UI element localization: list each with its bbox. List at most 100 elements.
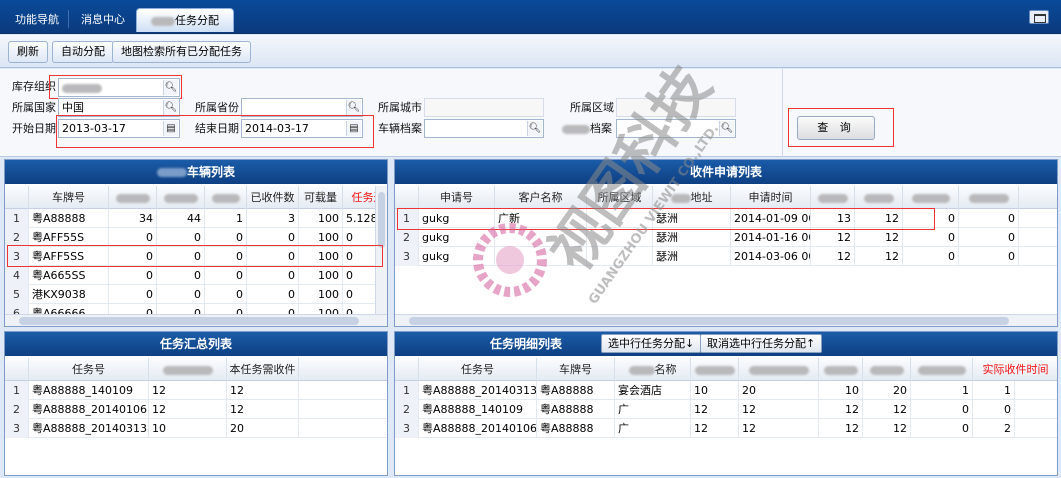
- city-input[interactable]: [424, 98, 544, 117]
- row-number: 2: [395, 228, 419, 247]
- row-number-header: [395, 358, 419, 381]
- application-list-panel: 收件申请列表 申请号 客户名称 所属区域 地址 申请时间 1 gukg 广新 瑟洲 20…: [394, 159, 1058, 327]
- table-cell: 100: [299, 209, 343, 228]
- table-row[interactable]: 1粤A888883444131005.12820: [5, 209, 375, 228]
- col-header[interactable]: 地址: [653, 186, 731, 209]
- col-header[interactable]: [863, 358, 911, 381]
- row-number: 2: [5, 400, 29, 419]
- col-header[interactable]: 任务号: [29, 358, 149, 381]
- row-number: 1: [5, 381, 29, 400]
- refresh-button[interactable]: 刷新: [8, 41, 48, 63]
- table-cell: 宴会酒店: [615, 381, 691, 400]
- col-header[interactable]: 车牌号: [537, 358, 615, 381]
- table-row[interactable]: 5 港KX9038 0 0 0 0 100 0: [5, 285, 375, 304]
- plate-cell: 粤A66666: [29, 304, 109, 314]
- col-header[interactable]: [819, 358, 863, 381]
- table-cell: 粤A88888: [537, 400, 615, 419]
- table-row[interactable]: 2 粤A88888_20140106 12 12: [5, 400, 387, 419]
- row-number: 3: [395, 247, 419, 266]
- col-header[interactable]: 任务号: [419, 358, 537, 381]
- table-cell: 100: [299, 304, 343, 314]
- table-cell: 0: [959, 228, 1019, 247]
- table-row[interactable]: 6 粤A66666 0 0 0 0 100 0: [5, 304, 375, 314]
- col-header[interactable]: [109, 186, 157, 209]
- table-cell: 0: [343, 304, 375, 314]
- country-value: 中国: [62, 101, 84, 114]
- table-cell: 粤A88888: [537, 381, 615, 400]
- task-id-cell: 粤A88888_20140106: [29, 400, 149, 419]
- col-header[interactable]: 可载量: [299, 186, 343, 209]
- table-cell: 12: [227, 400, 299, 419]
- blurred-text: [670, 193, 691, 203]
- col-header[interactable]: [811, 186, 855, 209]
- blurred-text: [917, 365, 966, 375]
- query-button[interactable]: 查 询: [797, 116, 875, 140]
- table-cell: 12: [691, 400, 739, 419]
- auto-assign-button[interactable]: 自动分配: [52, 41, 114, 63]
- map-search-button[interactable]: 地图检索所有已分配任务: [112, 41, 251, 63]
- col-header[interactable]: [911, 358, 973, 381]
- col-header[interactable]: [205, 186, 247, 209]
- table-row[interactable]: 3 粤A88888_20140313 10 20: [5, 419, 387, 438]
- table-row[interactable]: 3 gukg 瑟洲 2014-03-06 00: 12 12 0 0: [395, 247, 1057, 266]
- col-header[interactable]: 已收件数: [247, 186, 299, 209]
- table-cell: 0: [903, 247, 959, 266]
- archive-input[interactable]: 🔍︎: [616, 119, 736, 138]
- row-number: 5: [5, 285, 29, 304]
- col-header[interactable]: [157, 186, 205, 209]
- tab-function-nav[interactable]: 功能导航: [8, 8, 66, 32]
- table-row[interactable]: 1 粤A88888_140109 12 12: [5, 381, 387, 400]
- region-input[interactable]: [616, 98, 736, 117]
- table-cell: 12: [227, 381, 299, 400]
- col-header[interactable]: [739, 358, 819, 381]
- table-cell: 10: [149, 419, 227, 438]
- search-icon[interactable]: 🔍︎: [719, 121, 734, 136]
- highlight-box: [56, 115, 374, 148]
- blurred-text: [869, 365, 904, 375]
- col-header[interactable]: 名称: [615, 358, 691, 381]
- cancel-selected-button[interactable]: 取消选中行任务分配↑: [700, 334, 823, 353]
- col-header[interactable]: 所属区域: [587, 186, 653, 209]
- search-icon[interactable]: 🔍︎: [527, 121, 542, 136]
- col-header[interactable]: 车牌号: [29, 186, 109, 209]
- country-label: 所属国家: [12, 101, 56, 114]
- table-cell: 12: [811, 247, 855, 266]
- col-header[interactable]: [855, 186, 903, 209]
- search-icon[interactable]: 🔍︎: [163, 100, 178, 115]
- col-header[interactable]: 申请时间: [731, 186, 811, 209]
- window-restore-icon[interactable]: [1029, 10, 1049, 24]
- horizontal-scrollbar[interactable]: [5, 314, 387, 326]
- table-cell: 10: [691, 381, 739, 400]
- vehicle-file-input[interactable]: 🔍︎: [424, 119, 544, 138]
- col-header[interactable]: 申请号: [419, 186, 495, 209]
- table-row[interactable]: 1 粤A88888_20140313 粤A88888 宴会酒店 10 20 10 20 1 1: [395, 381, 1057, 400]
- tab-message-center[interactable]: 消息中心: [72, 8, 134, 32]
- table-cell: 0: [903, 228, 959, 247]
- col-header[interactable]: 本任务需收件: [227, 358, 299, 381]
- col-header[interactable]: 任务进展: [343, 186, 376, 209]
- table-cell: [587, 247, 653, 266]
- row-number: 4: [5, 266, 29, 285]
- horizontal-scrollbar[interactable]: [395, 314, 1057, 326]
- application-grid: 申请号 客户名称 所属区域 地址 申请时间 1 gukg 广新 瑟洲 2014-01-0…: [395, 186, 1057, 314]
- grid-header: 任务号 本任务需收件: [5, 358, 387, 381]
- table-cell: 20: [863, 381, 911, 400]
- blurred-text: [823, 365, 858, 375]
- table-row[interactable]: 2 粤A88888_140109 粤A88888 广 12 12 12 12 0 0: [395, 400, 1057, 419]
- table-row[interactable]: 3 粤A88888_20140106 粤A88888 广 12 12 12 12 0 2: [395, 419, 1057, 438]
- assign-selected-button[interactable]: 选中行任务分配↓: [601, 334, 702, 353]
- tab-task-assign[interactable]: 任务分配: [136, 8, 234, 32]
- table-row[interactable]: 4 粤A665SS 0 0 0 0 100 0: [5, 266, 375, 285]
- col-header[interactable]: 客户名称: [495, 186, 587, 209]
- col-header[interactable]: [903, 186, 959, 209]
- scroll-thumb[interactable]: [378, 192, 385, 248]
- col-header[interactable]: 实际收件时间: [973, 358, 1057, 381]
- table-cell: 瑟洲: [653, 247, 731, 266]
- col-header[interactable]: [691, 358, 739, 381]
- scroll-thumb[interactable]: [409, 317, 1009, 325]
- search-icon[interactable]: 🔍︎: [346, 100, 361, 115]
- col-header[interactable]: [149, 358, 227, 381]
- table-row[interactable]: 2 gukg 瑟洲 2014-01-16 00: 12 12 0 0: [395, 228, 1057, 247]
- col-header[interactable]: [959, 186, 1019, 209]
- scroll-thumb[interactable]: [19, 317, 359, 325]
